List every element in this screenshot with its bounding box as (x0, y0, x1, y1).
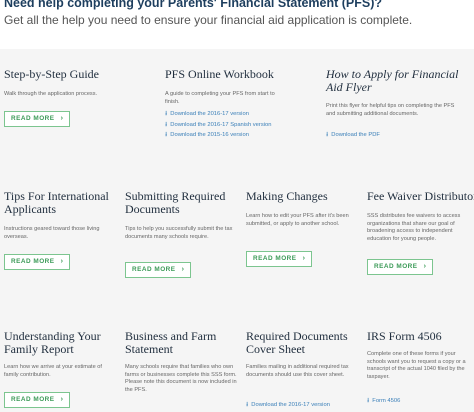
card-title: IRS Form 4506 (367, 329, 442, 343)
card-financial-aid-flyer: How to Apply for Financial Aid Flyer Pri… (326, 68, 468, 118)
card-title: Business and Farm Statement (125, 329, 217, 356)
card-making-changes: Making Changes Learn how to edit your PF… (246, 190, 358, 228)
card-description: Learn how to edit your PFS after it's be… (246, 213, 349, 227)
card-pfs-workbook: PFS Online Workbook A guide to completin… (165, 68, 277, 106)
step-by-step-read-more-button[interactable]: READ MORE › (4, 111, 71, 127)
card-international-applicants: Tips For International Applicants Instru… (4, 190, 116, 241)
page-title: Need help completing your Parents' Finan… (4, 0, 383, 10)
page-subtitle: Get all the help you need to ensure your… (4, 13, 413, 27)
card-title: Fee Waiver Distributors (367, 189, 474, 203)
card-irs-form-4506: IRS Form 4506 Complete one of these form… (367, 330, 471, 381)
card-description: Walk through the application process. (4, 91, 98, 97)
family-report-read-more-button[interactable]: READ MORE › (4, 392, 71, 408)
chevron-right-icon: › (60, 396, 64, 403)
fee-waiver-read-more-button[interactable]: READ MORE › (367, 259, 434, 275)
irs-form-4506-link[interactable]: ⭳ Form 4506 (367, 397, 400, 405)
card-business-farm-statement: Business and Farm Statement Many schools… (125, 330, 237, 394)
card-title: How to Apply for Financial Aid Flyer (326, 67, 459, 94)
workbook-download-2016-17-link[interactable]: ⭳ Download the 2016-17 version (165, 110, 249, 118)
workbook-download-2015-16-link[interactable]: ⭳ Download the 2015-16 version (165, 131, 249, 139)
card-title: PFS Online Workbook (165, 67, 274, 81)
download-icon: ⭳ (326, 131, 329, 138)
download-icon: ⭳ (165, 121, 168, 128)
card-submitting-documents: Submitting Required Documents Tips to he… (125, 190, 237, 241)
card-description: Tips to help you successfully submit the… (125, 226, 233, 240)
card-description: Print this flyer for helpful tips on com… (326, 103, 455, 117)
download-icon: ⭳ (165, 110, 168, 117)
submitting-read-more-button[interactable]: READ MORE › (125, 262, 192, 278)
card-title: Submitting Required Documents (125, 189, 226, 216)
card-step-by-step: Step-by-Step Guide Walk through the appl… (4, 68, 116, 99)
chevron-right-icon: › (302, 255, 306, 262)
card-title: Making Changes (246, 189, 328, 203)
chevron-right-icon: › (181, 266, 185, 273)
card-title: Understanding Your Family Report (4, 329, 101, 356)
card-fee-waiver-distributors: Fee Waiver Distributors SSS distributes … (367, 189, 474, 243)
chevron-right-icon: › (423, 263, 427, 270)
chevron-right-icon: › (60, 258, 64, 265)
download-icon: ⭳ (165, 131, 168, 138)
card-description: Families mailing in additional required … (246, 364, 349, 378)
cover-sheet-download-link[interactable]: ⭳ Download the 2016-17 version (246, 401, 330, 409)
card-description: A guide to completing your PFS from star… (165, 91, 275, 105)
card-description: Instructions geared toward those living … (4, 226, 100, 240)
international-read-more-button[interactable]: READ MORE › (4, 254, 71, 270)
card-title: Tips For International Applicants (4, 189, 109, 216)
flyer-download-pdf-link[interactable]: ⭳ Download the PDF (326, 131, 380, 139)
workbook-download-spanish-link[interactable]: ⭳ Download the 2016-17 Spanish version (165, 121, 271, 129)
help-resources-panel: Step-by-Step Guide Walk through the appl… (0, 49, 474, 412)
card-description: Many schools require that families who o… (125, 364, 237, 393)
chevron-right-icon: › (60, 115, 64, 122)
card-description: Complete one of these forms if your scho… (367, 351, 466, 380)
card-family-report: Understanding Your Family Report Learn h… (4, 330, 116, 379)
download-icon: ⭳ (246, 401, 249, 408)
card-description: Learn how we arrive at your estimate of … (4, 364, 102, 378)
changes-read-more-button[interactable]: READ MORE › (246, 251, 313, 267)
card-title: Step-by-Step Guide (4, 67, 99, 81)
card-cover-sheet: Required Documents Cover Sheet Families … (246, 330, 358, 379)
card-description: SSS distributes fee waivers to access or… (367, 213, 461, 242)
download-icon: ⭳ (367, 397, 370, 404)
card-title: Required Documents Cover Sheet (246, 329, 348, 356)
